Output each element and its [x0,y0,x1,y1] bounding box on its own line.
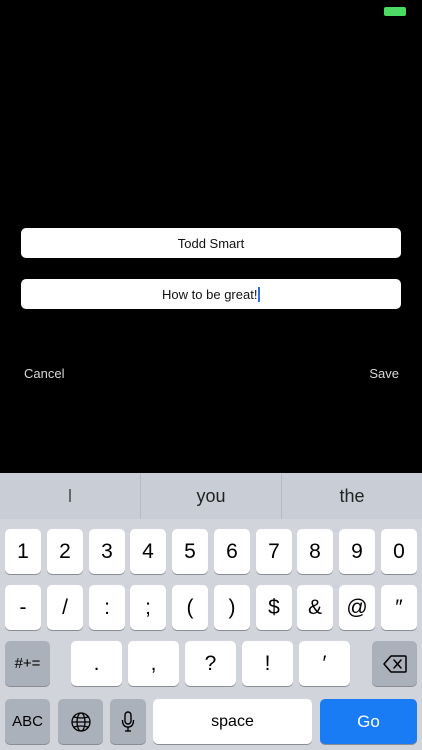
backspace-icon [382,654,407,673]
key-6[interactable]: 6 [214,529,250,574]
abc-key[interactable]: ABC [5,699,50,744]
backspace-key[interactable] [372,641,417,686]
key-3[interactable]: 3 [89,529,125,574]
key-2[interactable]: 2 [47,529,83,574]
suggestion-item[interactable]: you [140,473,281,519]
microphone-icon [121,710,135,732]
key-close-paren[interactable]: ) [214,585,250,630]
microphone-key[interactable] [110,699,146,744]
key-9[interactable]: 9 [339,529,375,574]
key-dollar[interactable]: $ [256,585,292,630]
suggestion-item[interactable]: the [281,473,422,519]
globe-key[interactable] [58,699,103,744]
name-field-value: Todd Smart [177,235,245,251]
key-colon[interactable]: : [89,585,125,630]
key-at[interactable]: @ [339,585,375,630]
key-comma[interactable]: , [128,641,179,686]
save-button[interactable]: Save [369,366,399,381]
key-4[interactable]: 4 [130,529,166,574]
title-field-value: How to be great! [162,286,258,302]
key-semicolon[interactable]: ; [130,585,166,630]
key-8[interactable]: 8 [297,529,333,574]
name-field[interactable]: Todd Smart [21,228,401,258]
cancel-button[interactable]: Cancel [24,366,64,381]
key-ampersand[interactable]: & [297,585,333,630]
key-0[interactable]: 0 [381,529,417,574]
symbols-toggle-key[interactable]: #+= [5,641,50,686]
text-cursor [258,286,260,302]
globe-icon [70,711,91,732]
key-double-quote[interactable]: ″ [381,585,417,630]
status-bar [0,0,422,22]
key-apostrophe[interactable]: ′ [299,641,350,686]
key-slash[interactable]: / [47,585,83,630]
key-5[interactable]: 5 [172,529,208,574]
key-exclamation[interactable]: ! [242,641,293,686]
key-open-paren[interactable]: ( [172,585,208,630]
battery-icon [384,7,406,16]
suggestion-bar: I you the [0,473,422,519]
keyboard: I you the 1 2 3 4 5 6 7 8 9 0 - / : ; ( … [0,473,422,750]
space-key[interactable]: space [153,699,312,744]
key-question[interactable]: ? [185,641,236,686]
go-key[interactable]: Go [320,699,417,744]
key-period[interactable]: . [71,641,122,686]
key-7[interactable]: 7 [256,529,292,574]
key-1[interactable]: 1 [5,529,41,574]
title-field[interactable]: How to be great! [21,279,401,309]
suggestion-item[interactable]: I [0,473,140,519]
key-hyphen[interactable]: - [5,585,41,630]
